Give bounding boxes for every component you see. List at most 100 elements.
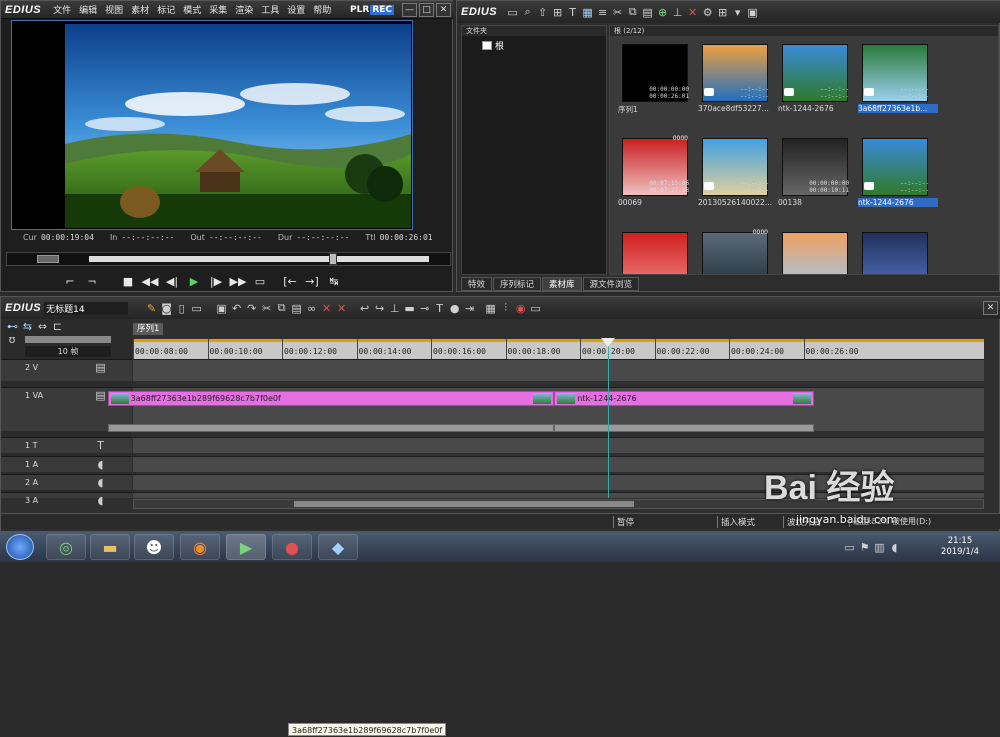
marker-icon[interactable]: ▬ [402,301,417,316]
start-button[interactable] [6,534,34,560]
folder-icon[interactable]: ▭ [505,5,520,20]
rewind-icon[interactable]: ◀◀ [141,272,159,290]
add-to-timeline-icon[interactable]: ⊕ [655,5,670,20]
maximize-button[interactable]: □ [419,2,434,17]
copy-clip-icon[interactable]: ⧉ [274,301,289,316]
up-folder-icon[interactable]: ⇧ [535,5,550,20]
minimize-button[interactable]: — [402,2,417,17]
tab-effects[interactable]: 特效 [461,277,493,291]
ripple-delete-icon[interactable]: ✕ [334,301,349,316]
timeline-close-button[interactable]: ✕ [983,301,998,315]
stop-icon[interactable]: ■ [119,272,137,290]
set-in-icon[interactable]: ⌐ [61,272,79,290]
track-type-icon[interactable]: ◖ [93,493,108,508]
rec-button[interactable]: REC [370,4,394,15]
bin-clip[interactable]: 0000 00:07:15:06 00:07:27:18 00069 [618,134,692,209]
undo-icon[interactable]: ↶ [229,301,244,316]
clip-audio-strip[interactable] [107,424,555,432]
bin-clip[interactable] [858,228,932,274]
loop-icon[interactable]: ▭ [251,272,269,290]
taskbar-app-recorder[interactable]: ● [272,534,312,560]
root-folder-item[interactable]: 根 [482,39,606,52]
menu-mode[interactable]: 模式 [183,3,201,16]
redo-edit-icon[interactable]: ↪ [372,301,387,316]
view-dropdown-icon[interactable]: ▾ [730,5,745,20]
keyboard-icon[interactable]: ▭ [842,540,857,555]
scrub-bar[interactable] [6,252,451,266]
tab-sequence-markers[interactable]: 序列标记 [493,277,542,291]
plr-button[interactable]: PLR [350,5,369,15]
view-mode-icon[interactable]: ⊞ [715,5,730,20]
eye-icon[interactable]: ʊ [7,332,17,347]
split-icon[interactable]: ⊸ [417,301,432,316]
new-icon[interactable]: ▯ [174,301,189,316]
cut-clip-icon[interactable]: ✂ [259,301,274,316]
open-icon[interactable]: ▣ [745,5,760,20]
taskbar-app-explorer[interactable]: ▬ [90,534,130,560]
bin-clip[interactable]: --:--:-- --:--:-- 20130526140022... [698,134,772,209]
search-icon[interactable]: ⌕ [520,5,535,20]
bin-clip[interactable]: 00:00:00:00 00:00:26:01 序列1 [618,40,692,115]
save-icon[interactable]: ▣ [214,301,229,316]
bin-clip[interactable] [618,228,692,274]
menu-tools[interactable]: 工具 [261,3,279,16]
overwrite-icon[interactable]: →] [303,272,321,290]
track-type-icon[interactable]: ▤ [93,388,108,403]
zoom-level[interactable]: 10 帧 [25,345,111,357]
timeline-clip[interactable]: 3a68ff27363e1b289f69628c7b7f0e0f [107,391,555,406]
track-header[interactable]: 2 V ▤ [1,359,132,381]
position-track[interactable] [89,256,429,262]
new-project-icon[interactable]: ✎ [144,301,159,316]
scroll-thumb[interactable] [294,501,634,507]
tab-bin[interactable]: 素材库 [542,277,582,291]
video-preview[interactable] [11,20,413,230]
sync-icon[interactable]: ⇆ [20,319,35,334]
paste-icon[interactable]: ▤ [640,5,655,20]
mixer-icon[interactable]: ⫶ [498,301,513,316]
capture-icon[interactable]: ◙ [159,301,174,316]
timeline-ruler[interactable]: 00:00:08:00 00:00:10:00 00:00:12:00 00:00:1… [133,339,984,359]
mic-icon[interactable]: ● [447,301,462,316]
shuttle-slider[interactable] [37,255,59,263]
color-bar-icon[interactable]: ▦ [580,5,595,20]
tab-source-browser[interactable]: 源文件浏览 [582,277,640,291]
insert-icon[interactable]: [← [281,272,299,290]
cut-icon[interactable]: ✂ [610,5,625,20]
menu-file[interactable]: 文件 [53,3,71,16]
play-icon[interactable]: ▶ [185,272,203,290]
undo-edit-icon[interactable]: ↩ [357,301,372,316]
track-header[interactable]: 3 A ◖ [1,492,132,507]
grid-icon[interactable]: ▦ [483,301,498,316]
title-icon[interactable]: T [565,5,580,20]
bin-clip[interactable]: --:--:-- --:--:-- ntk-1244-2676 [778,40,852,115]
track-type-icon[interactable]: ◖ [93,457,108,472]
menu-edit[interactable]: 编辑 [79,3,97,16]
position-handle[interactable] [329,253,337,265]
menu-settings[interactable]: 设置 [287,3,305,16]
ripple-icon[interactable]: ⇔ [35,319,50,334]
bin-clip[interactable]: 00:00:00:00 00:00:10:11 00138 [778,134,852,209]
export-icon[interactable]: ⇥ [462,301,477,316]
add-cut-icon[interactable]: ⊥ [387,301,402,316]
menu-render[interactable]: 渲染 [235,3,253,16]
open-project-icon[interactable]: ▭ [189,301,204,316]
menu-clip[interactable]: 素材 [131,3,149,16]
link-icon[interactable]: ∞ [304,301,319,316]
set-out-icon[interactable]: ¬ [83,272,101,290]
taskbar-app-firefox[interactable]: ◉ [180,534,220,560]
playhead-marker[interactable] [601,338,615,347]
track-type-icon[interactable]: ◖ [93,475,108,490]
bin-clip[interactable]: --:--:-- --:--:-- 370ace8df53227... [698,40,772,115]
menu-help[interactable]: 帮助 [313,3,331,16]
taskbar-app-ie[interactable]: ◎ [46,534,86,560]
taskbar-app-other[interactable]: ◆ [318,534,358,560]
timeline-clip[interactable]: ntk-1244-2676 [554,391,814,406]
fast-forward-icon[interactable]: ▶▶ [229,272,247,290]
sequence-icon[interactable]: ≡ [595,5,610,20]
taskbar-app-edius[interactable]: ▶ [226,534,266,560]
track-type-icon[interactable]: ▤ [93,360,108,375]
delete-clip-icon[interactable]: ✕ [319,301,334,316]
add-clip-icon[interactable]: ⊞ [550,5,565,20]
bin-clip[interactable]: --:--:-- --:--:-- ntk-1244-2676 [858,134,938,209]
track-header[interactable]: 2 A ◖ [1,474,132,490]
